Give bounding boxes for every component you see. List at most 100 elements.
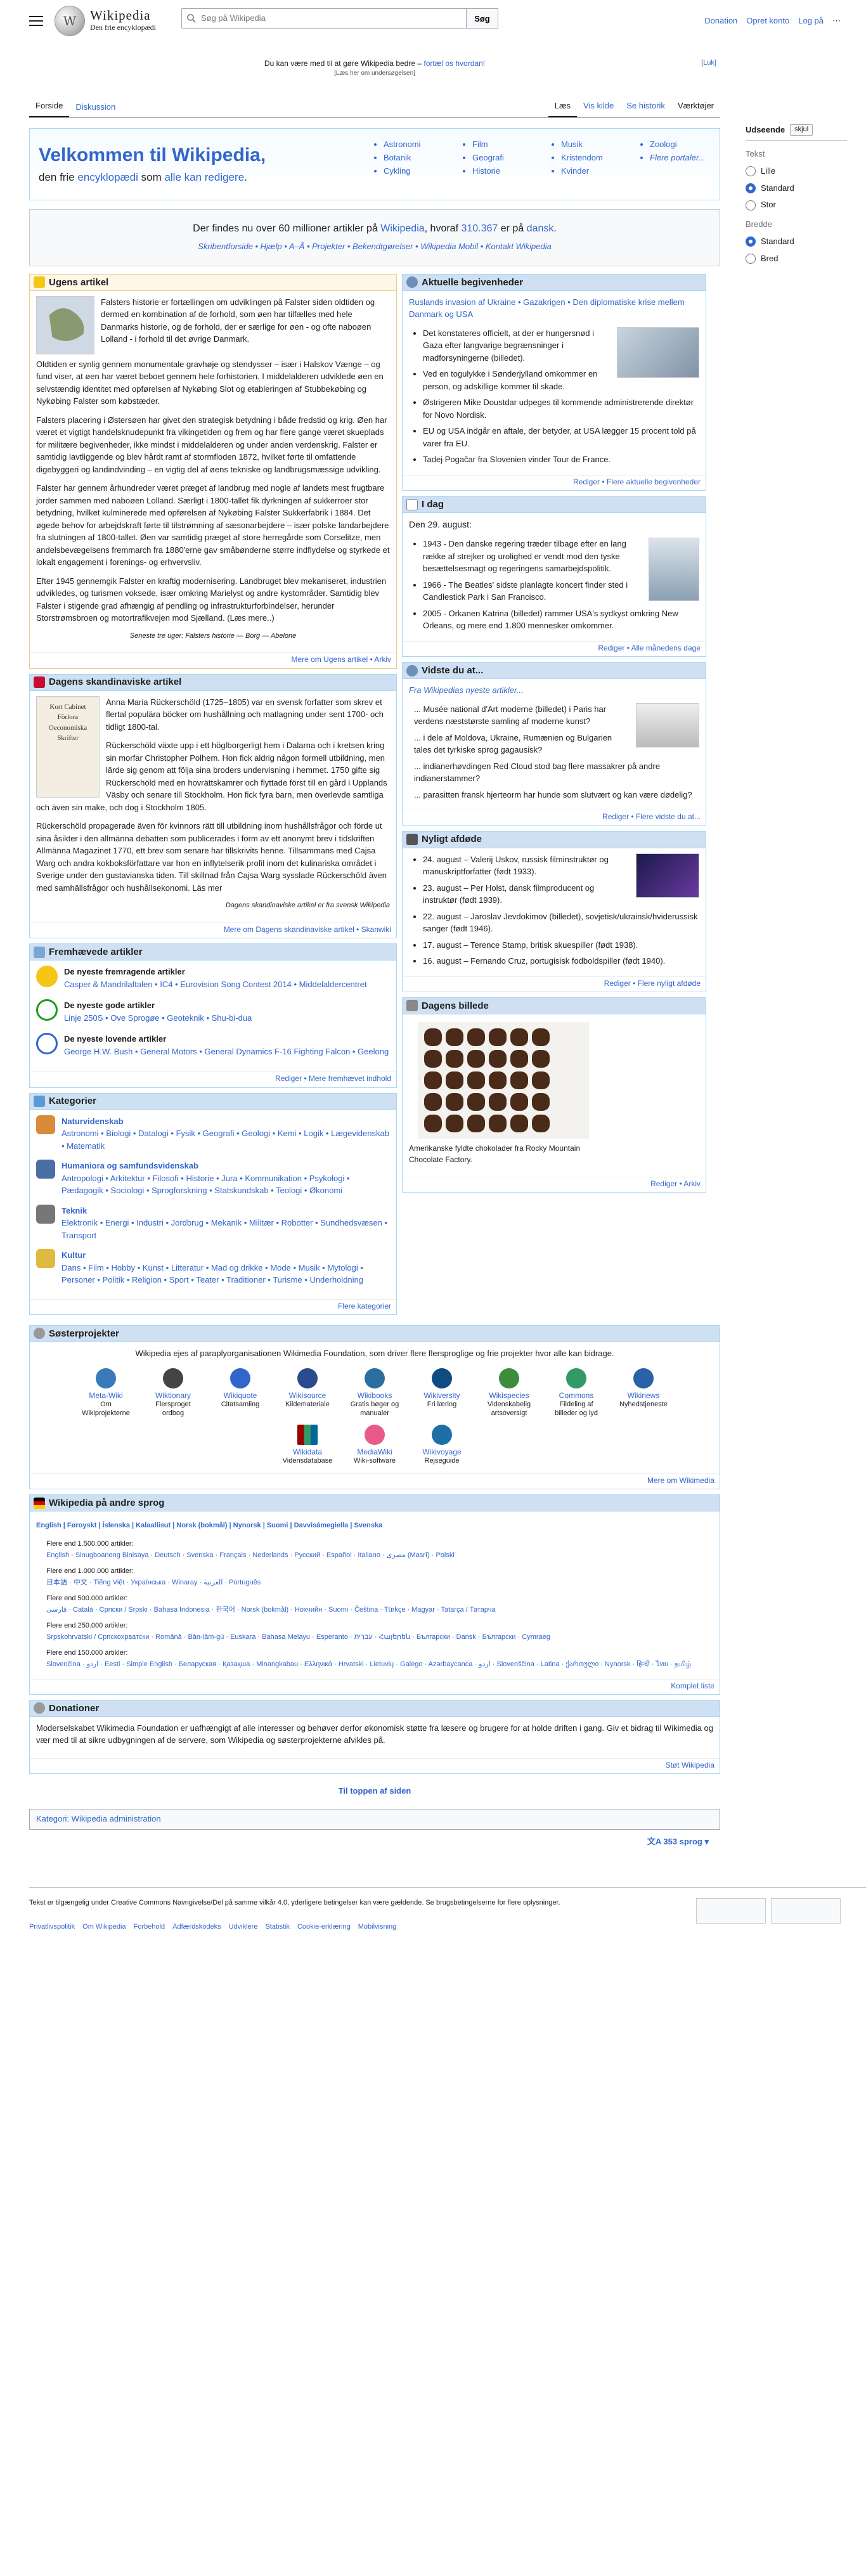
portal-link[interactable]: Botanik	[384, 151, 444, 164]
good-footer-links[interactable]: Rediger • Mere fremhævet indhold	[30, 1071, 396, 1087]
nordic-languages[interactable]: English | Føroyskt | Íslenska | Kalaalli…	[36, 1520, 713, 1531]
book-thumbnail[interactable]: Kort Cabinet Förlora Oeconomiska Skrifte…	[36, 696, 100, 798]
search-button[interactable]: Søg	[466, 8, 498, 29]
deaths-footer-links[interactable]: Rediger • Flere nyligt afdøde	[403, 976, 706, 992]
footer-link[interactable]: Forbehold	[134, 1922, 165, 1932]
portal-link[interactable]: Kristendom	[561, 151, 622, 164]
stats-nav-links[interactable]: Skribentforside • Hjælp • A–Å • Projekte…	[30, 241, 720, 253]
tab-history[interactable]: Se historik	[620, 100, 671, 117]
project-wikibooks[interactable]: Wikibooks Gratis bøger og manualer	[346, 1368, 403, 1418]
donor-footer-link[interactable]: Støt Wikipedia	[30, 1757, 720, 1773]
project-wikispecies[interactable]: Wikispecies Videnskabelig artsoversigt	[481, 1368, 538, 1418]
portal-link[interactable]: Kvinder	[561, 164, 622, 178]
portal-link[interactable]: Musik	[561, 138, 622, 151]
deaths-image[interactable]	[636, 853, 699, 898]
more-icon[interactable]: ⋯	[832, 15, 841, 27]
portal-link[interactable]: Film	[472, 138, 533, 151]
footer-link[interactable]: Mobilvisning	[358, 1922, 397, 1932]
project-wikiversity[interactable]: Wikiversity Fri læring	[413, 1368, 470, 1418]
today-footer-links[interactable]: Rediger • Alle månedens dage	[403, 640, 706, 656]
tab-forside[interactable]: Forside	[29, 100, 70, 117]
sister-footer-link[interactable]: Mere om Wikimedia	[30, 1473, 720, 1489]
categories-icon	[34, 1096, 45, 1108]
picture-title: Dagens billede	[422, 1000, 489, 1011]
sister-title: Søsterprojekter	[49, 1328, 119, 1339]
stats-link-danish[interactable]: dansk	[527, 223, 554, 234]
news-footer-links[interactable]: Rediger • Flere aktuelle begivenheder	[403, 474, 706, 490]
today-box: I dag Den 29. august: 1943 - Den danske …	[402, 496, 706, 657]
sister-projects-box: Søsterprojekter Wikipedia ejes af parapl…	[29, 1324, 720, 1490]
chocolates-image[interactable]	[418, 1021, 589, 1139]
project-wikinews[interactable]: Wikinews Nyhedstjeneste	[615, 1368, 672, 1418]
project-wikisource[interactable]: Wikisource Kildemateriale	[279, 1368, 336, 1418]
dyk-item: ... indianerhøvdingen Red Cloud stod bag…	[414, 761, 661, 784]
project-wikidata[interactable]: Wikidata Vidensdatabase	[279, 1424, 336, 1466]
back-to-top-link[interactable]: Til toppen af siden	[29, 1785, 720, 1797]
project-list: Meta-Wiki Om Wikiprojekterne Wiktionary Fl…	[64, 1368, 685, 1465]
featured-content-box: Fremhævede artikler De nyeste fremragend…	[29, 943, 397, 1088]
translate-icon: 文A	[647, 1837, 664, 1847]
search-input[interactable]: Søg på Wikipedia	[181, 8, 467, 29]
today-image[interactable]	[649, 538, 699, 602]
categories-footer-link[interactable]: Flere kategorier	[30, 1298, 396, 1314]
category-label[interactable]: Kategori:	[36, 1814, 69, 1823]
language-button[interactable]: 文A 353 sprog ▾	[29, 1836, 720, 1848]
featured-p5: Efter 1945 gennemgik Falster en kraftig …	[36, 576, 387, 623]
user-links: Donation Opret konto Log på ⋯	[704, 15, 841, 27]
banner-close-button[interactable]: [Luk]	[701, 58, 716, 68]
picture-footer-links[interactable]: Rediger • Arkiv	[403, 1176, 706, 1192]
banner-small-link[interactable]: [Læs her om undersøgelsen]	[29, 69, 720, 79]
portal-link[interactable]: Astronomi	[384, 138, 444, 151]
radio-text-large[interactable]: Stor	[746, 199, 847, 211]
donate-link[interactable]: Donation	[704, 15, 737, 27]
langs-footer-link[interactable]: Komplet liste	[30, 1678, 720, 1694]
portal-link[interactable]: Cykling	[384, 164, 444, 178]
radio-text-standard[interactable]: Standard	[746, 183, 847, 195]
dyk-intro[interactable]: Fra Wikipedias nyeste artikler...	[409, 684, 699, 697]
stats-link-count[interactable]: 310.367	[461, 223, 498, 234]
portal-link[interactable]: Geografi	[472, 151, 533, 164]
map-thumbnail[interactable]	[36, 295, 94, 354]
footer-link[interactable]: Adfærdskodeks	[172, 1922, 221, 1932]
wikimedia-badge[interactable]	[696, 1898, 766, 1924]
tab-read[interactable]: Læs	[548, 100, 578, 117]
hide-button[interactable]: skjul	[790, 124, 813, 136]
footer-badges	[696, 1898, 841, 1924]
project-commons[interactable]: Commons Fildeling af billeder og lyd	[548, 1368, 605, 1418]
news-top-links[interactable]: Ruslands invasion af Ukraine • Gazakrige…	[409, 296, 699, 321]
dyk-image[interactable]	[636, 702, 699, 748]
technology-icon	[36, 1204, 55, 1224]
tab-diskussion[interactable]: Diskussion	[69, 101, 122, 117]
footer-link[interactable]: Om Wikipedia	[82, 1922, 126, 1932]
project-wikivoyage[interactable]: Wikivoyage Rejseguide	[413, 1424, 470, 1466]
create-account-link[interactable]: Opret konto	[746, 15, 789, 27]
radio-width-standard[interactable]: Standard	[746, 236, 847, 248]
radio-text-small[interactable]: Lille	[746, 165, 847, 178]
portal-link[interactable]: Flere portaler...	[650, 151, 711, 164]
project-wiktionary[interactable]: Wiktionary Flersproget ordbog	[145, 1368, 202, 1418]
footer-link[interactable]: Udviklere	[229, 1922, 258, 1932]
featured-footer-links[interactable]: Mere om Ugens artikel • Arkiv	[30, 652, 396, 668]
login-link[interactable]: Log på	[798, 15, 824, 27]
logo[interactable]: W Wikipedia Den frie encyklopædi	[55, 6, 156, 36]
project-mediawiki[interactable]: MediaWiki Wiki-software	[346, 1424, 403, 1466]
tab-view-source[interactable]: Vis kilde	[577, 100, 620, 117]
portal-link[interactable]: Zoologi	[650, 138, 711, 151]
portal-link[interactable]: Historie	[472, 164, 533, 178]
menu-icon[interactable]	[29, 16, 43, 26]
project-meta[interactable]: Meta-Wiki Om Wikiprojekterne	[77, 1368, 134, 1418]
radio-width-wide[interactable]: Bred	[746, 253, 847, 265]
banner-link[interactable]: fortæl os hvordan!	[423, 59, 485, 68]
dyk-footer-links[interactable]: Rediger • Flere vidste du at...	[403, 810, 706, 825]
footer-link[interactable]: Cookie-erklæring	[297, 1922, 351, 1932]
footer-link[interactable]: Statistik	[265, 1922, 290, 1932]
news-image[interactable]	[617, 327, 699, 378]
tab-tools[interactable]: Værktøjer	[671, 100, 720, 117]
scand-footer-links[interactable]: Mere om Dagens skandinaviske artikel • S…	[30, 922, 396, 938]
appearance-title: Udseende	[746, 125, 785, 134]
category-link[interactable]: Wikipedia administration	[72, 1814, 161, 1823]
stats-link-wikipedia[interactable]: Wikipedia	[380, 223, 424, 234]
mediawiki-badge[interactable]	[771, 1898, 841, 1924]
footer-link[interactable]: Privatlivspolitik	[29, 1922, 75, 1932]
project-wikiquote[interactable]: Wikiquote Citatsamling	[212, 1368, 269, 1418]
